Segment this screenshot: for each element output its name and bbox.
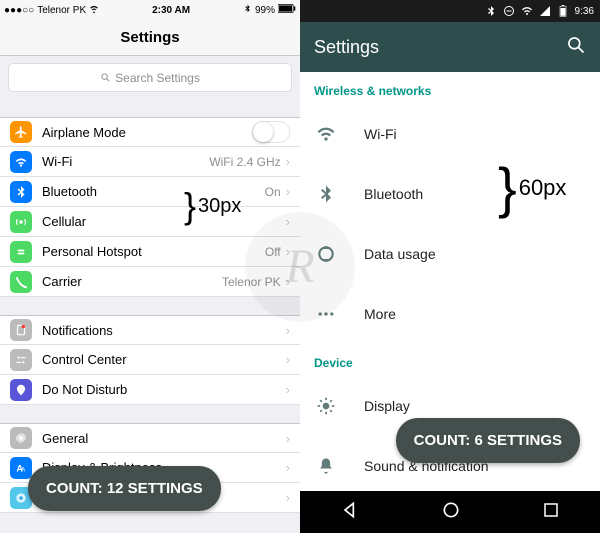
row-label: Cellular xyxy=(42,214,286,229)
chevron-right-icon: › xyxy=(286,382,290,397)
ios-row-cc[interactable]: Control Center› xyxy=(0,345,300,375)
bt-icon xyxy=(10,181,32,203)
notif-icon xyxy=(10,319,32,341)
search-icon xyxy=(100,72,111,83)
search-placeholder: Search Settings xyxy=(115,71,200,85)
ios-status-bar: ●●●○○ Telenor PK 2:30 AM 99% xyxy=(0,0,300,20)
bt-icon xyxy=(314,184,338,204)
svg-text:A: A xyxy=(21,466,26,473)
row-value: Telenor PK xyxy=(222,275,281,289)
chevron-right-icon: › xyxy=(286,431,290,446)
android-count-badge: COUNT: 6 SETTINGS xyxy=(396,418,580,463)
gear-icon xyxy=(10,427,32,449)
android-title: Settings xyxy=(314,37,379,58)
ios-row-hotspot[interactable]: Personal HotspotOff › xyxy=(0,237,300,267)
cell-icon xyxy=(10,211,32,233)
data-icon xyxy=(314,244,338,264)
signal-icon xyxy=(539,5,551,17)
ios-search-wrap: Search Settings xyxy=(0,56,300,99)
ios-row-gear[interactable]: General› xyxy=(0,423,300,453)
row-label: Carrier xyxy=(42,274,222,289)
chevron-right-icon: › xyxy=(286,323,290,338)
dnd-icon xyxy=(503,5,515,17)
wifi-icon xyxy=(521,5,533,17)
android-px-annotation: }60px xyxy=(498,160,566,216)
battery-icon xyxy=(557,5,569,17)
row-label: Data usage xyxy=(364,246,436,262)
ios-row-dnd[interactable]: Do Not Disturb› xyxy=(0,375,300,405)
ios-row-cell[interactable]: Cellular› xyxy=(0,207,300,237)
ios-row-phone[interactable]: CarrierTelenor PK › xyxy=(0,267,300,297)
row-label: Control Center xyxy=(42,352,286,367)
chevron-right-icon: › xyxy=(286,154,290,169)
signal-dots-icon: ●●●○○ xyxy=(4,5,34,16)
row-label: Personal Hotspot xyxy=(42,244,265,259)
status-time: 2:30 AM xyxy=(152,5,190,16)
row-label: Display xyxy=(364,398,410,414)
dnd-icon xyxy=(10,379,32,401)
wifi-icon xyxy=(89,4,99,17)
row-value: On xyxy=(265,185,281,199)
ios-px-annotation: }30px xyxy=(184,188,241,224)
row-label: Airplane Mode xyxy=(42,125,252,140)
ios-title: Settings xyxy=(0,20,300,56)
android-settings-screen: 9:36 Settings Wireless & networks Wi-Fi B… xyxy=(300,0,600,533)
row-label: Wi-Fi xyxy=(42,154,209,169)
ios-settings-screen: ●●●○○ Telenor PK 2:30 AM 99% Settings xyxy=(0,0,300,533)
disp-icon: AA xyxy=(10,457,32,479)
airplane-icon xyxy=(10,121,32,143)
search-icon[interactable] xyxy=(566,35,586,60)
row-label: Bluetooth xyxy=(364,186,423,202)
recents-button[interactable] xyxy=(542,501,560,524)
search-input[interactable]: Search Settings xyxy=(8,63,292,92)
chevron-right-icon: › xyxy=(286,214,290,229)
android-toolbar: Settings xyxy=(300,22,600,72)
row-label: General xyxy=(42,431,286,446)
ios-row-bt[interactable]: BluetoothOn› xyxy=(0,177,300,207)
ios-row-notif[interactable]: Notifications› xyxy=(0,315,300,345)
android-navbar xyxy=(300,491,600,533)
section-wireless: Wireless & networks xyxy=(300,72,600,104)
ios-row-wifi[interactable]: Wi-FiWiFi 2.4 GHz › xyxy=(0,147,300,177)
chevron-right-icon: › xyxy=(286,244,290,259)
row-label: Do Not Disturb xyxy=(42,382,286,397)
more-icon xyxy=(314,304,338,324)
battery-pct: 99% xyxy=(255,5,275,16)
battery-icon xyxy=(278,4,296,16)
android-row-data[interactable]: Data usage xyxy=(300,224,600,284)
row-value: Off xyxy=(265,245,281,259)
cc-icon xyxy=(10,349,32,371)
chevron-right-icon: › xyxy=(286,184,290,199)
chevron-right-icon: › xyxy=(286,460,290,475)
chevron-right-icon: › xyxy=(286,352,290,367)
carrier-label: Telenor PK xyxy=(37,5,86,16)
back-button[interactable] xyxy=(340,500,360,525)
row-label: Notifications xyxy=(42,323,286,338)
ios-count-badge: COUNT: 12 SETTINGS xyxy=(28,466,221,511)
row-label: More xyxy=(364,306,396,322)
chevron-right-icon: › xyxy=(286,490,290,505)
android-status-bar: 9:36 xyxy=(300,0,600,22)
row-value: WiFi 2.4 GHz xyxy=(209,155,280,169)
row-label: Wi-Fi xyxy=(364,126,397,142)
status-time: 9:36 xyxy=(575,6,594,17)
home-button[interactable] xyxy=(441,500,461,525)
toggle[interactable] xyxy=(252,121,290,143)
chevron-right-icon: › xyxy=(286,274,290,289)
bt-icon xyxy=(485,5,497,17)
ios-row-airplane[interactable]: Airplane Mode xyxy=(0,117,300,147)
android-row-wifi[interactable]: Wi-Fi xyxy=(300,104,600,164)
bt-status-icon xyxy=(243,4,252,16)
disp-icon xyxy=(314,396,338,416)
android-row-more[interactable]: More xyxy=(300,284,600,344)
wifi-icon xyxy=(314,124,338,144)
section-device: Device xyxy=(300,344,600,376)
phone-icon xyxy=(10,271,32,293)
hotspot-icon xyxy=(10,241,32,263)
sound-icon xyxy=(314,456,338,476)
wifi-icon xyxy=(10,151,32,173)
